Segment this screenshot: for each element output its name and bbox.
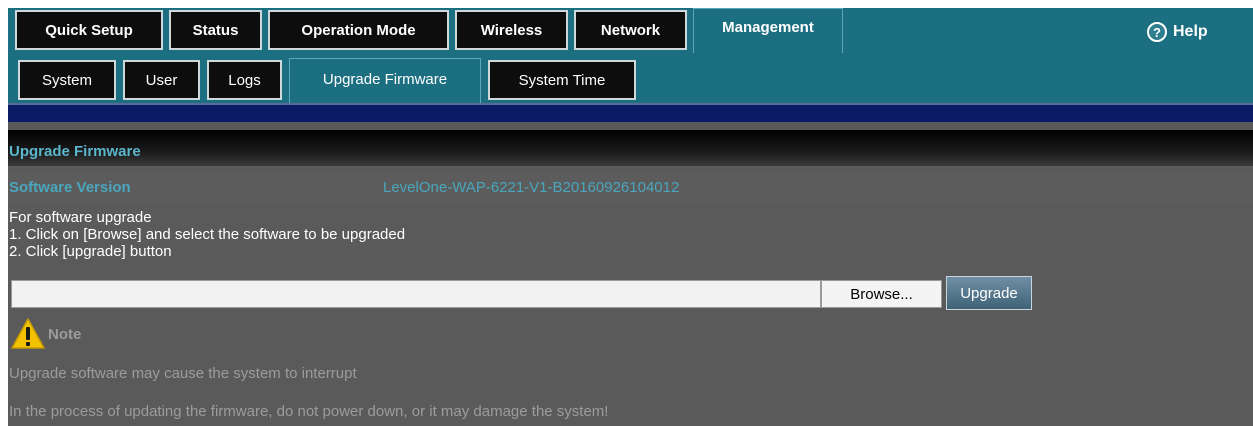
note-row: Note (10, 316, 81, 352)
warning-icon (11, 318, 45, 349)
subtab-label: User (145, 71, 178, 89)
subtab-system-time[interactable]: System Time (488, 60, 636, 100)
subtab-label: Logs (228, 71, 261, 89)
software-version-label: Software Version (9, 179, 131, 196)
title-band (8, 130, 1253, 166)
note-label: Note (48, 325, 82, 343)
page-title: Upgrade Firmware (9, 143, 141, 160)
software-version-value: LevelOne-WAP-6221-V1-B20160926104012 (383, 179, 680, 196)
subtab-upgrade-firmware[interactable]: Upgrade Firmware (289, 58, 481, 103)
header-divider (8, 103, 1253, 122)
tab-management[interactable]: Management (693, 8, 843, 53)
instruction-line: 2. Click [upgrade] button (9, 243, 172, 260)
help-link[interactable]: ? Help (1147, 22, 1208, 42)
tab-network[interactable]: Network (574, 10, 687, 50)
tab-quick-setup[interactable]: Quick Setup (15, 10, 163, 50)
warning-text: Upgrade software may cause the system to… (9, 365, 357, 382)
subtab-label: Upgrade Firmware (322, 71, 448, 88)
subtab-user[interactable]: User (123, 60, 200, 100)
subtab-logs[interactable]: Logs (207, 60, 282, 100)
tab-status[interactable]: Status (169, 10, 262, 50)
instruction-line: 1. Click on [Browse] and select the soft… (9, 226, 406, 243)
firmware-file-input[interactable] (11, 280, 821, 308)
tab-label: Quick Setup (45, 21, 133, 39)
subtab-label: System (41, 71, 92, 89)
subtab-system[interactable]: System (18, 60, 116, 100)
tab-label: Network (600, 21, 661, 39)
help-icon: ? (1147, 22, 1167, 42)
browse-button[interactable]: Browse... (821, 280, 942, 308)
help-label: Help (1173, 23, 1208, 40)
router-admin-page: Quick Setup Status Operation Mode Wirele… (0, 0, 1253, 426)
subtab-label: System Time (518, 71, 606, 89)
tab-wireless[interactable]: Wireless (455, 10, 568, 50)
tab-label: Status (192, 21, 239, 39)
warning-text: In the process of updating the firmware,… (9, 403, 609, 420)
instruction-line: For software upgrade (9, 209, 152, 226)
upgrade-button[interactable]: Upgrade (946, 276, 1032, 310)
tab-label: Management (722, 19, 814, 36)
tab-operation-mode[interactable]: Operation Mode (268, 10, 449, 50)
tab-label: Operation Mode (301, 21, 416, 39)
tab-label: Wireless (480, 21, 543, 39)
